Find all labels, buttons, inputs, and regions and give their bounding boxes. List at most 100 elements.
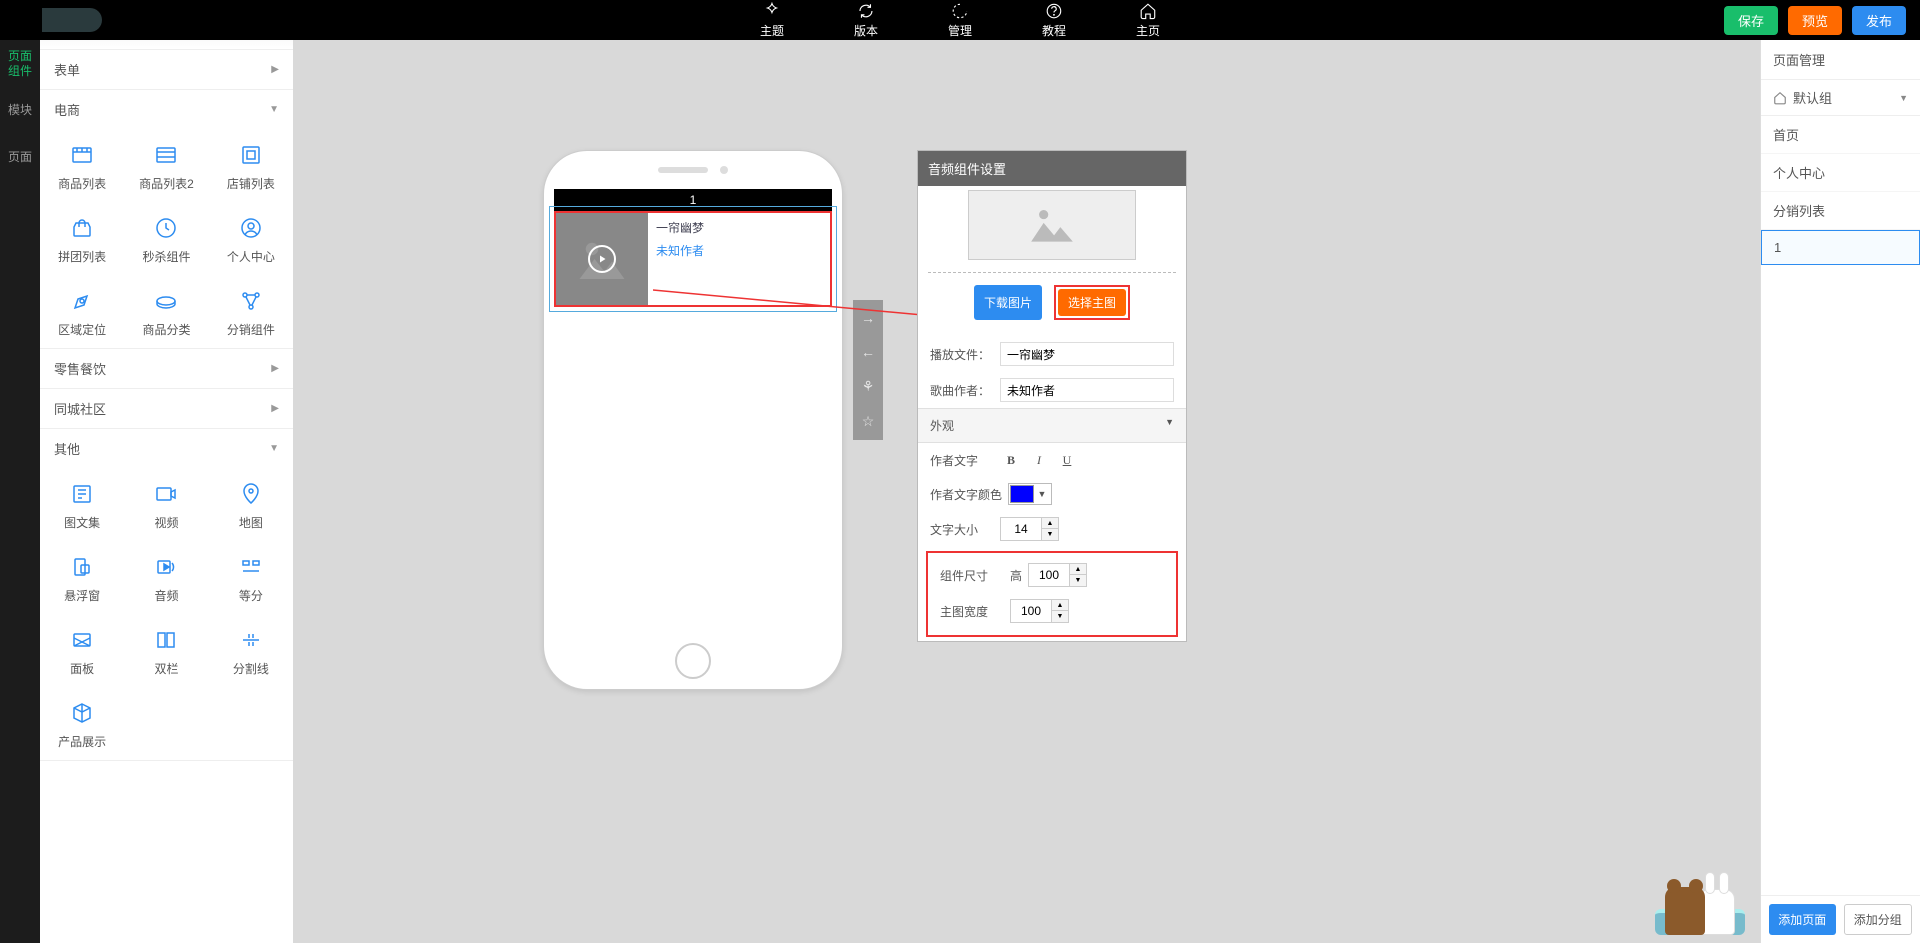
topbar-theme-label: 主题 [760,22,784,39]
main-width-down[interactable]: ▼ [1052,611,1068,622]
chevron-down-icon: ▼ [1165,417,1174,434]
phone-notch [544,151,842,189]
canvas-area[interactable]: 1 一帘幽梦 未知作者 [293,40,1760,943]
color-picker[interactable]: ▼ [1008,483,1052,505]
comp-panel[interactable]: 面板 [40,614,124,687]
rail-modules[interactable]: 模块 [0,87,40,134]
page-list-item-1[interactable]: 1 [1761,230,1920,265]
right-panel: 页面管理 默认组 ▼ 首页 个人中心 分销列表 1 添加页面 添加分组 [1760,40,1920,943]
song-author-input[interactable] [1000,378,1174,402]
phone-status-bar: 1 [554,189,832,211]
author-text-label: 作者文字 [930,452,994,469]
play-icon[interactable] [588,245,616,273]
page-list-item-home[interactable]: 首页 [1761,116,1920,154]
chevron-down-icon: ▼ [269,104,279,115]
section-ecommerce: 电商▼ 商品列表 商品列表2 店铺列表 拼团列表 秒杀组件 个人中心 区域定位 … [40,90,293,349]
author-color-label: 作者文字颜色 [930,486,1002,503]
comp-audio[interactable]: 音频 [124,541,208,614]
comp-flash-sale[interactable]: 秒杀组件 [124,202,208,275]
underline-button[interactable]: U [1056,449,1078,471]
comp-map[interactable]: 地图 [209,468,293,541]
comp-product-display[interactable]: 产品展示 [40,687,124,760]
home-icon [1773,91,1787,105]
song-author-label: 歌曲作者： [930,382,994,399]
comp-height-input[interactable] [1029,564,1069,586]
comp-store-list[interactable]: 店铺列表 [209,129,293,202]
comp-distribution[interactable]: 分销组件 [209,275,293,348]
font-size-up[interactable]: ▲ [1042,518,1058,529]
component-panel: 表单▶ 电商▼ 商品列表 商品列表2 店铺列表 拼团列表 秒杀组件 个人中心 区… [40,40,293,943]
rail-pages[interactable]: 页面 [0,134,40,181]
comp-divider[interactable]: 分割线 [209,614,293,687]
page-list: 首页 个人中心 分销列表 1 [1761,116,1920,895]
topbar-version-label: 版本 [854,22,878,39]
comp-product-list-2[interactable]: 商品列表2 [124,129,208,202]
comp-group-buy-list[interactable]: 拼团列表 [40,202,124,275]
topbar-menu: 主题 版本 管理 教程 主页 [760,2,1160,39]
comp-two-column[interactable]: 双栏 [124,614,208,687]
page-list-item-distribution[interactable]: 分销列表 [1761,192,1920,230]
arrow-right-icon[interactable]: → [861,310,875,326]
comp-equal-split[interactable]: 等分 [209,541,293,614]
topbar-manage[interactable]: 管理 [948,2,972,39]
font-size-input[interactable] [1001,518,1041,540]
publish-button[interactable]: 发布 [1852,6,1906,35]
preview-button[interactable]: 预览 [1788,6,1842,35]
comp-image-text-set[interactable]: 图文集 [40,468,124,541]
audio-component[interactable]: 一帘幽梦 未知作者 [554,211,832,307]
download-image-button[interactable]: 下载图片 [974,285,1042,320]
page-group-select[interactable]: 默认组 ▼ [1761,80,1920,116]
page-group-label: 默认组 [1793,88,1832,107]
comp-height-down[interactable]: ▼ [1070,575,1086,586]
section-community-label: 同城社区 [54,399,106,418]
comp-float-window[interactable]: 悬浮窗 [40,541,124,614]
rail-page-components[interactable]: 页面 组件 [0,40,40,87]
app-logo [0,0,115,40]
comp-area-location[interactable]: 区域定位 [40,275,124,348]
font-size-down[interactable]: ▼ [1042,529,1058,540]
section-community[interactable]: 同城社区▶ [40,389,293,429]
left-rail: 页面 组件 模块 页面 [0,40,40,943]
topbar-tutorial[interactable]: 教程 [1042,2,1066,39]
play-file-label: 播放文件： [930,346,994,363]
section-retail[interactable]: 零售餐饮▶ [40,349,293,389]
comp-product-list[interactable]: 商品列表 [40,129,124,202]
play-file-input[interactable] [1000,342,1174,366]
section-ecommerce-header[interactable]: 电商▼ [40,90,293,129]
comp-product-category[interactable]: 商品分类 [124,275,208,348]
bold-button[interactable]: B [1000,449,1022,471]
topbar-tutorial-label: 教程 [1042,22,1066,39]
comp-video[interactable]: 视频 [124,468,208,541]
comp-user-center[interactable]: 个人中心 [209,202,293,275]
topbar-manage-label: 管理 [948,22,972,39]
right-panel-header: 页面管理 [1761,40,1920,80]
share-icon[interactable]: ⚘ [862,378,875,395]
arrow-left-icon[interactable]: ← [861,344,875,360]
section-retail-label: 零售餐饮 [54,359,106,378]
star-icon[interactable]: ☆ [862,413,875,430]
top-navbar: 主题 版本 管理 教程 主页 保存 预览 发布 [0,0,1920,40]
italic-button[interactable]: I [1028,449,1050,471]
topbar-version[interactable]: 版本 [854,2,878,39]
main-width-up[interactable]: ▲ [1052,600,1068,611]
save-button[interactable]: 保存 [1724,6,1778,35]
select-main-image-button[interactable]: 选择主图 [1058,289,1126,316]
settings-panel-title: 音频组件设置 [918,151,1186,186]
audio-title: 一帘幽梦 [656,219,704,236]
page-list-item-usercenter[interactable]: 个人中心 [1761,154,1920,192]
section-form[interactable]: 表单▶ [40,50,293,90]
add-page-button[interactable]: 添加页面 [1769,904,1836,935]
height-label: 高 [1010,567,1022,584]
section-other-header[interactable]: 其他 ▼ [40,429,293,468]
comp-size-label: 组件尺寸 [940,567,1004,584]
main-width-input[interactable] [1011,600,1051,622]
topbar-theme[interactable]: 主题 [760,2,784,39]
chevron-down-icon: ▼ [269,443,279,454]
comp-height-up[interactable]: ▲ [1070,564,1086,575]
add-group-button[interactable]: 添加分组 [1844,904,1913,935]
appearance-section-header[interactable]: 外观 ▼ [918,408,1186,443]
section-other-label: 其他 [54,439,80,458]
topbar-actions: 保存 预览 发布 [1724,6,1906,35]
topbar-home[interactable]: 主页 [1136,2,1160,39]
section-other: 其他 ▼ 图文集 视频 地图 悬浮窗 音频 等分 面板 双栏 分割线 产品展示 [40,429,293,761]
